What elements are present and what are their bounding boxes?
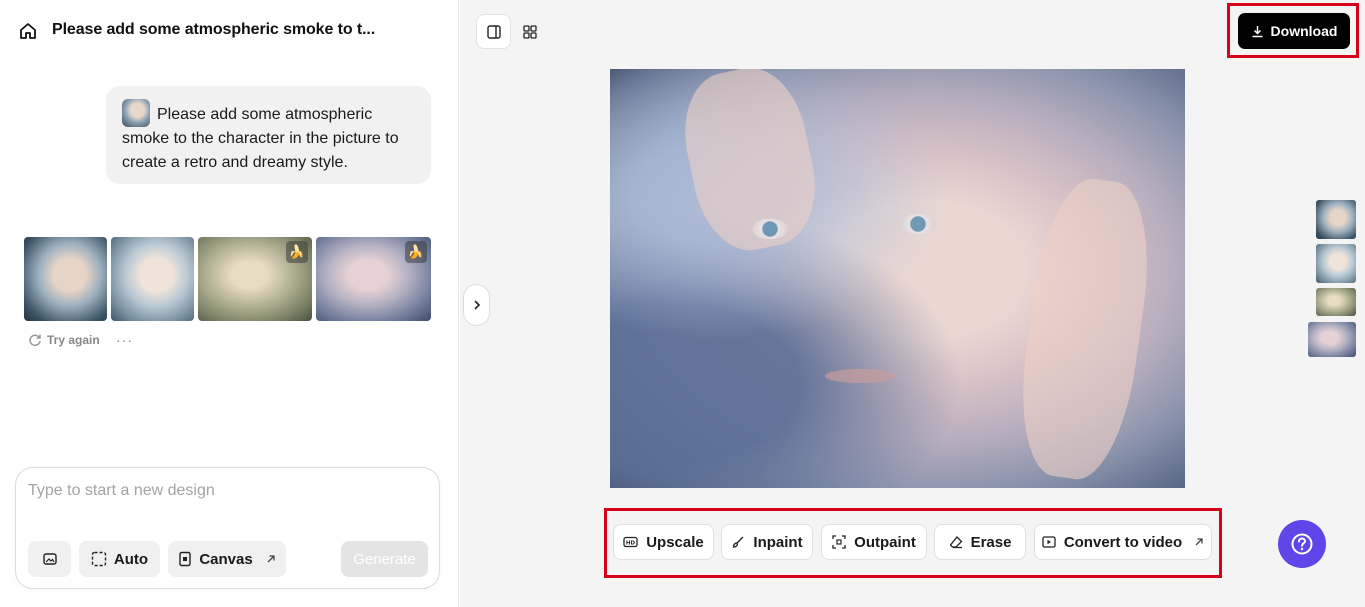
home-icon[interactable]: [18, 21, 38, 41]
auto-icon: [91, 551, 107, 567]
try-again-button[interactable]: Try again: [28, 333, 100, 347]
history-thumb-3[interactable]: [1316, 288, 1356, 316]
canvas-button[interactable]: Canvas: [168, 541, 286, 577]
outpaint-label: Outpaint: [854, 533, 916, 551]
grid-view-icon: [522, 24, 538, 40]
chat-panel: Please add some atmospheric smoke to t..…: [0, 0, 459, 607]
convert-to-video-button[interactable]: Convert to video: [1034, 524, 1212, 560]
image-eye-right: [900, 214, 936, 234]
upscale-button[interactable]: HD Upscale: [613, 524, 714, 560]
outpaint-button[interactable]: Outpaint: [821, 524, 927, 560]
result-thumb-4[interactable]: 🍌: [316, 237, 431, 321]
erase-label: Erase: [970, 533, 1012, 551]
composer: Auto Canvas Generate: [15, 467, 440, 589]
video-icon: [1042, 536, 1056, 548]
image-eye-left: [752, 219, 788, 239]
hd-icon: HD: [623, 536, 638, 548]
external-link-icon: [1194, 537, 1204, 547]
image-icon: [42, 551, 58, 567]
user-message-text: Please add some atmospheric smoke to the…: [122, 106, 399, 171]
prompt-input[interactable]: [28, 482, 428, 500]
canvas-workspace: Download HD Upscale Inpaint Outpaint Era…: [460, 0, 1365, 607]
grid-view-button[interactable]: [512, 14, 547, 49]
history-thumb-1[interactable]: [1316, 200, 1356, 239]
auto-button[interactable]: Auto: [79, 541, 160, 577]
canvas-label: Canvas: [199, 550, 253, 568]
history-thumb-2[interactable]: [1316, 244, 1356, 283]
chevron-right-icon: [472, 299, 482, 311]
download-button[interactable]: Download: [1238, 13, 1350, 49]
upscale-label: Upscale: [646, 533, 704, 551]
try-again-label: Try again: [47, 333, 100, 347]
svg-text:HD: HD: [626, 541, 636, 547]
history-thumb-4[interactable]: [1308, 322, 1356, 357]
download-icon: [1251, 25, 1264, 38]
help-button[interactable]: [1278, 520, 1326, 568]
erase-button[interactable]: Erase: [934, 524, 1026, 560]
result-thumb-3[interactable]: 🍌: [198, 237, 312, 321]
banana-icon: 🍌: [405, 241, 427, 263]
toggle-panel-button[interactable]: [463, 284, 490, 326]
refresh-icon: [28, 333, 42, 347]
download-label: Download: [1270, 23, 1338, 39]
banana-icon: 🍌: [286, 241, 308, 263]
image-mouth: [825, 369, 895, 383]
help-icon: [1290, 532, 1314, 556]
reference-image-thumb[interactable]: [122, 99, 150, 127]
result-thumb-1[interactable]: [24, 237, 107, 321]
user-message: Please add some atmospheric smoke to the…: [106, 86, 431, 184]
generate-button[interactable]: Generate: [341, 541, 428, 577]
canvas-icon: [178, 551, 192, 567]
split-view-button[interactable]: [476, 14, 511, 49]
inpaint-button[interactable]: Inpaint: [721, 524, 813, 560]
page-title: Please add some atmospheric smoke to t..…: [52, 21, 376, 38]
external-link-icon: [266, 554, 276, 564]
auto-label: Auto: [113, 550, 149, 568]
image-hand-left: [672, 69, 828, 260]
image-hand-right: [1009, 172, 1161, 486]
upload-image-button[interactable]: [28, 541, 71, 577]
brush-icon: [731, 535, 745, 549]
main-image[interactable]: [610, 69, 1185, 488]
more-icon[interactable]: ···: [116, 332, 133, 348]
eraser-icon: [949, 535, 963, 549]
convert-to-video-label: Convert to video: [1063, 533, 1183, 551]
inpaint-label: Inpaint: [753, 533, 803, 551]
outpaint-icon: [832, 535, 846, 549]
result-thumb-2[interactable]: [111, 237, 194, 321]
split-view-icon: [486, 24, 502, 40]
